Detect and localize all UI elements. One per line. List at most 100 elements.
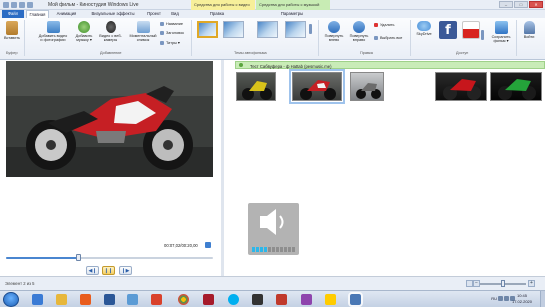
app-menu-icon[interactable] <box>3 2 9 8</box>
flag-icon[interactable] <box>498 296 503 301</box>
yandex-icon[interactable] <box>325 294 336 305</box>
language-indicator[interactable]: RU <box>491 296 497 301</box>
movie-maker-icon[interactable] <box>348 292 363 307</box>
volume-bar-segment <box>280 247 283 252</box>
clip-image <box>498 79 536 100</box>
tab-visual-effects[interactable]: Визуальные эффекты <box>85 10 141 18</box>
zoom-out-icon[interactable]: − <box>473 280 480 287</box>
close-button[interactable]: ✕ <box>529 1 543 8</box>
app-icon[interactable] <box>301 294 312 305</box>
rotate-right-icon <box>353 21 365 33</box>
audio-track[interactable]: Тест Сабвуфера - ф Hattab (pesmusic.me) <box>235 61 545 69</box>
select-all-label: Выбрать все <box>380 36 403 40</box>
chrome-icon[interactable] <box>178 294 189 305</box>
opera-icon[interactable] <box>203 294 214 305</box>
paste-label: Вставить <box>3 36 21 40</box>
ribbon-tabs: Файл Главная Анимация Визуальные эффекты… <box>0 10 545 18</box>
theme-thumbnail[interactable] <box>285 21 306 38</box>
rotate-left-label: Повернуть влево <box>324 34 344 43</box>
context-header-sound-tools: Средства для работы с музыкой <box>256 0 330 10</box>
minimize-button[interactable]: – <box>499 1 513 8</box>
theme-thumbnail[interactable] <box>197 21 218 38</box>
youtube-button[interactable] <box>461 21 481 39</box>
sign-in-button[interactable]: Войти <box>518 21 540 39</box>
save-movie-button[interactable]: Сохранить фильм ▾ <box>488 21 514 44</box>
tab-edit[interactable]: Правка <box>205 10 229 18</box>
maximize-button[interactable]: □ <box>514 1 528 8</box>
add-video-button[interactable]: Добавить видео и фотографии <box>33 21 73 43</box>
facebook-button[interactable]: f <box>437 21 459 39</box>
clip-image <box>443 79 481 100</box>
skydrive-button[interactable]: SkyDrive <box>414 21 434 36</box>
photo-icon[interactable] <box>127 294 138 305</box>
volume-bar-segment <box>260 247 263 252</box>
pause-button[interactable]: ❙❙ <box>102 266 115 275</box>
add-music-button[interactable]: Добавить музыку ▾ <box>73 21 95 43</box>
save-movie-label: Сохранить фильм ▾ <box>491 35 511 44</box>
storyboard-view-icon[interactable] <box>466 280 473 287</box>
paste-button[interactable]: Вставить <box>3 21 21 40</box>
media-icon[interactable] <box>252 294 263 305</box>
folder-icon[interactable] <box>56 294 67 305</box>
media-player-icon[interactable] <box>80 294 91 305</box>
delete-button[interactable]: Удалить <box>374 23 395 27</box>
facebook-icon: f <box>439 21 457 39</box>
clip-thumbnail[interactable] <box>435 72 487 101</box>
clipboard-icon <box>6 21 18 35</box>
show-desktop-button[interactable] <box>540 291 545 307</box>
clip-thumbnail-selected[interactable] <box>289 69 345 104</box>
save-quick-icon[interactable] <box>11 2 17 8</box>
credits-button[interactable]: Титры ▾ <box>160 40 180 45</box>
rotate-right-button[interactable]: Повернуть вправо <box>347 21 371 43</box>
seek-bar-thumb[interactable] <box>76 254 82 261</box>
tab-project[interactable]: Проект <box>143 10 165 18</box>
rotate-left-button[interactable]: Повернуть влево <box>322 21 346 43</box>
clip-thumbnail[interactable] <box>350 72 384 101</box>
delete-icon <box>374 23 378 27</box>
context-header-video-tools: Средства для работы с видео <box>191 0 255 10</box>
theme-thumbnail[interactable] <box>223 21 244 38</box>
tab-home[interactable]: Главная <box>26 10 49 18</box>
divider <box>410 20 411 56</box>
tab-file[interactable]: Файл <box>2 10 24 18</box>
skype-icon[interactable] <box>228 294 239 305</box>
group-label-clipboard: Буфер <box>6 51 18 55</box>
clip-thumbnail[interactable] <box>236 72 276 101</box>
fullscreen-icon[interactable] <box>205 242 211 248</box>
app-icon[interactable] <box>276 294 287 305</box>
zoom-in-icon[interactable]: + <box>528 280 535 287</box>
tab-animation[interactable]: Анимация <box>52 10 81 18</box>
webcam-icon <box>105 21 116 33</box>
theme-thumbnail[interactable] <box>257 21 278 38</box>
start-button[interactable] <box>3 292 19 307</box>
video-preview[interactable] <box>6 61 213 177</box>
seek-bar[interactable] <box>6 254 213 261</box>
next-frame-button[interactable]: ❙▶ <box>119 266 132 275</box>
network-icon[interactable] <box>504 296 509 301</box>
word-icon[interactable] <box>104 294 115 305</box>
themes-gallery-scroll[interactable] <box>309 24 312 34</box>
clip-thumbnail[interactable] <box>490 72 542 101</box>
select-all-button[interactable]: Выбрать все <box>374 36 402 40</box>
ie-icon[interactable] <box>32 294 43 305</box>
music-note-icon <box>78 21 90 33</box>
snapshot-button[interactable]: Моментальный снимок <box>126 21 160 43</box>
undo-icon[interactable] <box>19 2 25 8</box>
seek-bar-fill <box>6 257 79 259</box>
title-button[interactable]: Заголовок <box>160 31 184 35</box>
share-gallery-scroll[interactable] <box>481 30 484 40</box>
tab-options[interactable]: Параметры <box>275 10 309 18</box>
next-frame-icon: ❙▶ <box>121 267 130 274</box>
clip-image <box>300 80 336 100</box>
previous-frame-button[interactable]: ◀❙ <box>86 266 99 275</box>
volume-level-bars <box>252 247 295 252</box>
tab-view[interactable]: Вид <box>167 10 183 18</box>
snapshot-label: Моментальный снимок <box>129 34 157 43</box>
caption-button[interactable]: Название <box>160 22 183 26</box>
clock[interactable]: 10:45 17.02.2020 <box>512 293 532 304</box>
ppt-icon[interactable] <box>151 294 162 305</box>
webcam-button[interactable]: Видео с веб- камеры <box>97 21 124 43</box>
window-title: Мой фильм - Киностудия Windows Live <box>48 2 139 8</box>
redo-icon[interactable] <box>27 2 33 8</box>
zoom-slider-thumb[interactable] <box>501 280 505 287</box>
